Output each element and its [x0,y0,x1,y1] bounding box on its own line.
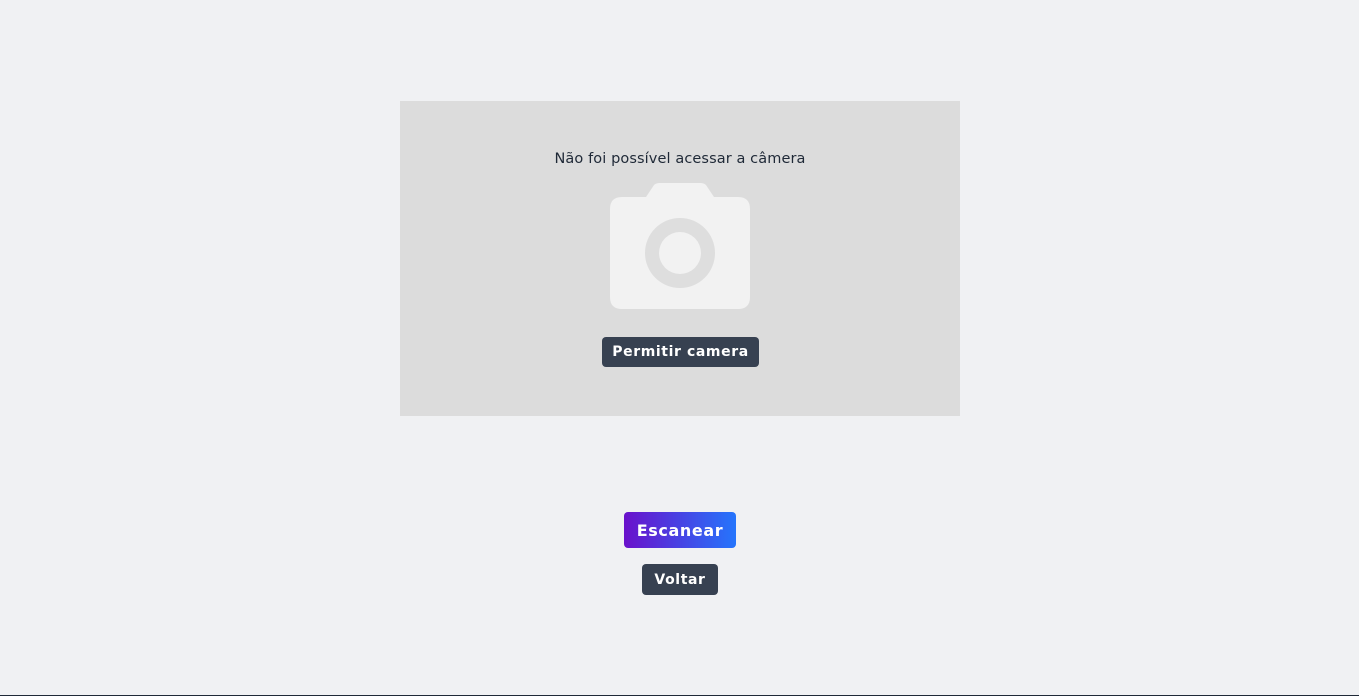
camera-error-message: Não foi possível acessar a câmera [554,151,806,167]
back-button[interactable]: Voltar [642,564,718,595]
scan-button[interactable]: Escanear [624,512,736,548]
camera-preview-panel: Não foi possível acessar a câmera Permit… [400,101,960,416]
camera-icon [610,183,750,309]
allow-camera-button[interactable]: Permitir camera [602,337,759,367]
